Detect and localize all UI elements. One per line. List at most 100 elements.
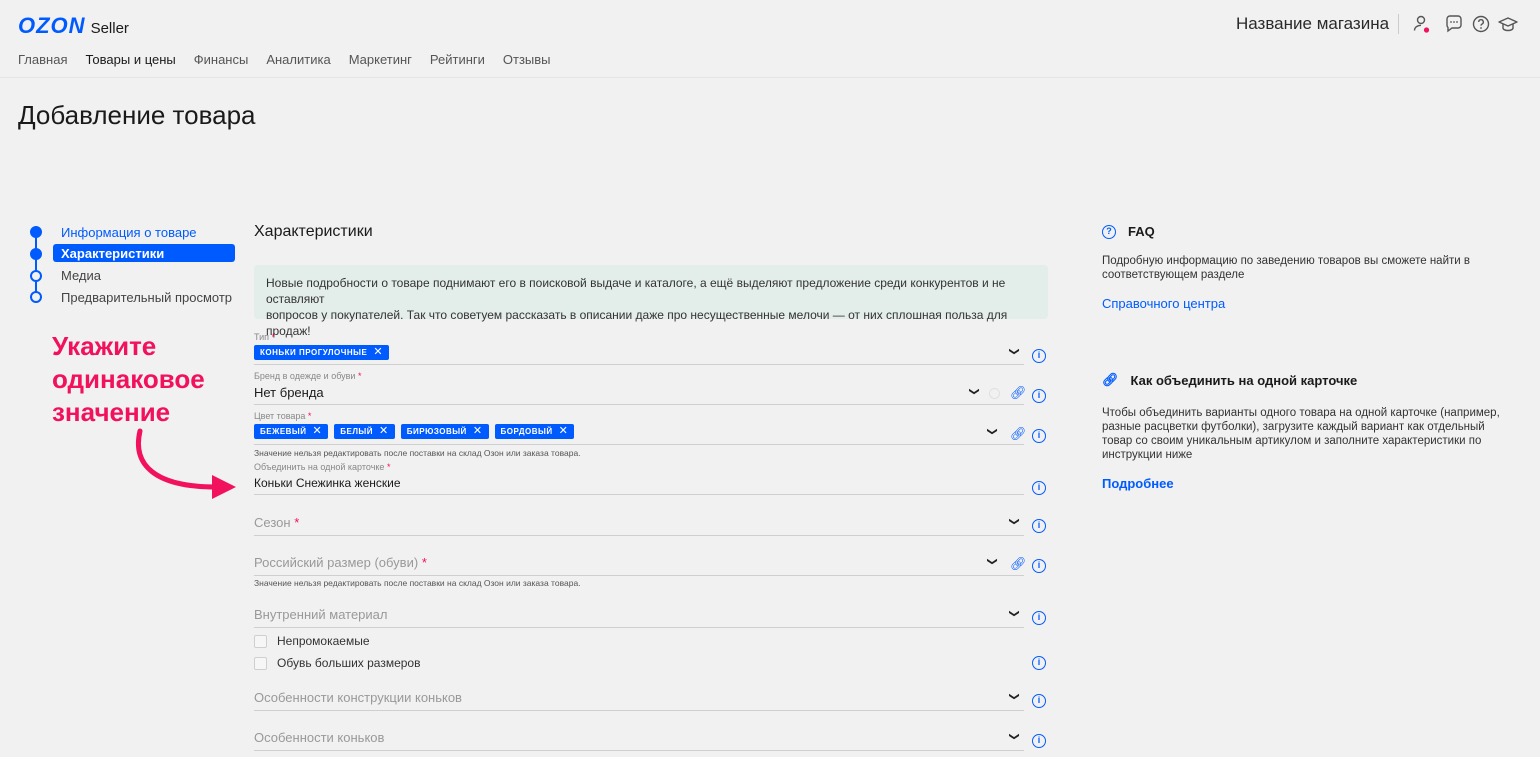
remove-tag-icon[interactable]: ✕: [473, 425, 483, 437]
step-dot-current-icon: [30, 248, 42, 260]
annotation-arrow-icon: [136, 428, 236, 499]
color-label: Цвет товара: [254, 411, 306, 421]
user-icon[interactable]: [1411, 13, 1433, 35]
nav-item-finance[interactable]: Финансы: [194, 52, 249, 67]
size-placeholder: Российский размер (обуви): [254, 555, 419, 570]
nav-item-analytics[interactable]: Аналитика: [266, 52, 330, 67]
combine-value: Коньки Снежинка женские: [254, 476, 401, 490]
top-header: OZON Seller Главная Товары и цены Финанс…: [0, 0, 1540, 78]
inner-material-field[interactable]: Внутренний материал ❯: [254, 597, 1024, 628]
chevron-down-icon[interactable]: ❯: [1009, 609, 1020, 617]
info-icon[interactable]: i: [1032, 519, 1046, 533]
waterproof-checkbox-row[interactable]: Непромокаемые: [254, 634, 370, 648]
edit-warning-note: Значение нельзя редактировать после пост…: [254, 448, 581, 458]
combine-help-text: Чтобы объединить варианты одного товара …: [1102, 407, 1500, 461]
store-name[interactable]: Название магазина: [1236, 14, 1389, 34]
tag-chip[interactable]: БИРЮЗОВЫЙ ✕: [400, 424, 489, 439]
season-field[interactable]: Сезон * ❯: [254, 505, 1024, 536]
step-dot-pending-icon: [30, 291, 42, 303]
season-placeholder: Сезон: [254, 515, 291, 530]
help-icon[interactable]: [1470, 13, 1492, 35]
step-characteristics[interactable]: Характеристики: [53, 244, 235, 262]
info-icon[interactable]: i: [1032, 389, 1046, 403]
info-icon[interactable]: i: [1032, 656, 1046, 670]
annotation-callout: Укажите одинаковое значение: [52, 330, 205, 429]
info-icon[interactable]: i: [1032, 481, 1046, 495]
main-nav: Главная Товары и цены Финансы Аналитика …: [18, 52, 551, 67]
nav-item-products[interactable]: Товары и цены: [85, 52, 175, 67]
color-field[interactable]: Цвет товара * БЕЖЕВЫЙ ✕ БЕЛЫЙ ✕ БИРЮЗОВЫЙ ✕…: [254, 410, 1024, 445]
tag-chip[interactable]: БЕЛЫЙ ✕: [334, 424, 395, 439]
faq-block: ? FAQ Подробную информацию по заведению …: [1102, 224, 1502, 311]
color-tags: БЕЖЕВЫЙ ✕ БЕЛЫЙ ✕ БИРЮЗОВЫЙ ✕ БОРДОВЫЙ ✕: [254, 424, 575, 439]
callout-line-1: Укажите: [52, 331, 157, 361]
combine-help-title: Как объединить на одной карточке: [1130, 372, 1358, 388]
faq-text: Подробную информацию по заведению товаро…: [1102, 255, 1470, 281]
nav-item-ratings[interactable]: Рейтинги: [430, 52, 485, 67]
info-icon[interactable]: i: [1032, 734, 1046, 748]
step-dot-pending-icon: [30, 270, 42, 282]
chat-icon[interactable]: [1443, 13, 1465, 35]
chevron-down-icon[interactable]: ❯: [987, 557, 998, 565]
remove-tag-icon[interactable]: ✕: [379, 425, 389, 437]
step-dot-done-icon: [30, 226, 42, 238]
logo-main-text: OZON: [18, 13, 86, 38]
stepper-line: [35, 231, 37, 297]
info-icon[interactable]: i: [1032, 611, 1046, 625]
remove-tag-icon[interactable]: ✕: [373, 346, 383, 358]
chevron-down-icon[interactable]: ❯: [969, 387, 980, 395]
logo-sub-text: Seller: [90, 20, 129, 37]
chevron-down-icon[interactable]: ❯: [1009, 347, 1020, 355]
more-link[interactable]: Подробнее: [1102, 476, 1502, 491]
step-media[interactable]: Медиа: [61, 268, 101, 283]
info-icon[interactable]: i: [1032, 694, 1046, 708]
nav-item-marketing[interactable]: Маркетинг: [349, 52, 412, 67]
brand-field[interactable]: Бренд в одежде и обуви * Нет бренда ❯: [254, 370, 1024, 405]
tag-chip[interactable]: КОНЬКИ ПРОГУЛОЧНЫЕ ✕: [254, 345, 390, 360]
info-icon[interactable]: i: [1032, 349, 1046, 363]
chevron-down-icon[interactable]: ❯: [1009, 732, 1020, 740]
step-preview[interactable]: Предварительный просмотр: [61, 290, 232, 305]
big-sizes-label: Обувь больших размеров: [277, 656, 421, 670]
size-field[interactable]: Российский размер (обуви) * ❯: [254, 545, 1024, 576]
features-placeholder: Особенности коньков: [254, 730, 385, 745]
tag-chip[interactable]: БЕЖЕВЫЙ ✕: [254, 424, 329, 439]
loading-icon: [989, 388, 1000, 399]
nav-item-reviews[interactable]: Отзывы: [503, 52, 551, 67]
edit-warning-note: Значение нельзя редактировать после пост…: [254, 578, 581, 588]
info-text-line-1: Новые подробности о товаре поднимают его…: [266, 276, 1006, 306]
brand-label: Бренд в одежде и обуви: [254, 371, 356, 381]
big-sizes-checkbox-row[interactable]: Обувь больших размеров: [254, 656, 420, 670]
big-sizes-checkbox[interactable]: [254, 656, 267, 670]
waterproof-checkbox[interactable]: [254, 634, 267, 648]
info-icon[interactable]: i: [1032, 559, 1046, 573]
link-icon[interactable]: 🔗︎: [1010, 426, 1027, 442]
combine-help-block: 🔗︎ Как объединить на одной карточке Чтоб…: [1102, 372, 1502, 491]
features-field[interactable]: Особенности коньков ❯: [254, 720, 1024, 751]
chevron-down-icon[interactable]: ❯: [987, 427, 998, 435]
combine-label: Объединить на одной карточке: [254, 462, 385, 472]
ozon-seller-logo[interactable]: OZON Seller: [18, 13, 129, 39]
chevron-down-icon[interactable]: ❯: [1009, 517, 1020, 525]
info-icon[interactable]: i: [1032, 429, 1046, 443]
header-divider: [1398, 14, 1399, 34]
page-title: Добавление товара: [18, 100, 256, 130]
remove-tag-icon[interactable]: ✕: [313, 425, 323, 437]
link-icon[interactable]: 🔗︎: [1010, 556, 1027, 572]
construction-field[interactable]: Особенности конструкции коньков ❯: [254, 680, 1024, 711]
nav-item-main[interactable]: Главная: [18, 52, 67, 67]
callout-line-2: одинаковое: [52, 364, 205, 394]
type-tags: КОНЬКИ ПРОГУЛОЧНЫЕ ✕: [254, 345, 390, 360]
type-field[interactable]: Тип * КОНЬКИ ПРОГУЛОЧНЫЕ ✕ ❯: [254, 330, 1024, 365]
tag-chip[interactable]: БОРДОВЫЙ ✕: [494, 424, 575, 439]
type-label: Тип: [254, 332, 270, 342]
step-product-info[interactable]: Информация о товаре: [61, 225, 197, 240]
combine-field[interactable]: Объединить на одной карточке * Коньки Сн…: [254, 461, 1024, 495]
help-center-link[interactable]: Справочного центра: [1102, 296, 1502, 311]
construction-placeholder: Особенности конструкции коньков: [254, 690, 462, 705]
link-icon[interactable]: 🔗︎: [1010, 385, 1027, 401]
info-banner: Новые подробности о товаре поднимают его…: [254, 265, 1048, 338]
remove-tag-icon[interactable]: ✕: [559, 425, 569, 437]
chevron-down-icon[interactable]: ❯: [1009, 692, 1020, 700]
education-icon[interactable]: [1497, 13, 1519, 35]
